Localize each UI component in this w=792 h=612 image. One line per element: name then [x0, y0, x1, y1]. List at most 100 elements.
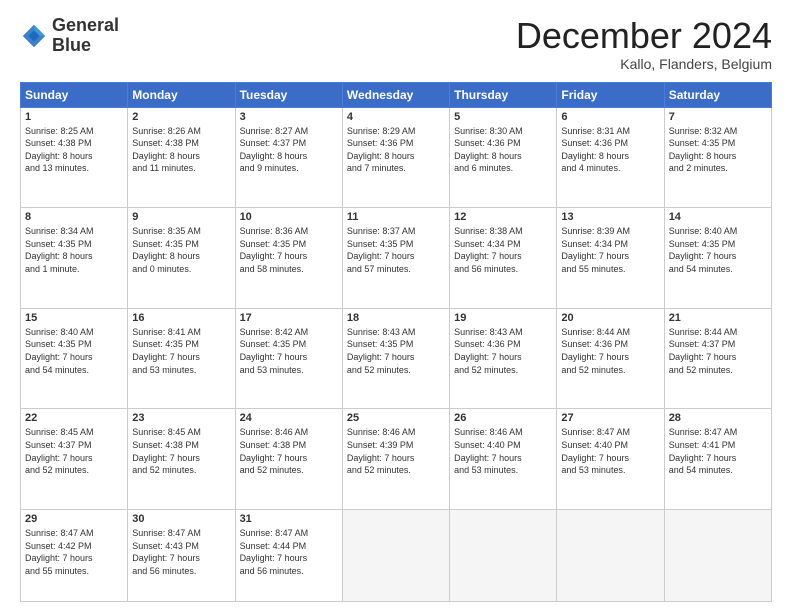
day-cell — [557, 509, 664, 601]
logo-line2: Blue — [52, 36, 119, 56]
calendar-header-row: SundayMondayTuesdayWednesdayThursdayFrid… — [21, 82, 772, 107]
day-cell: 20 Sunrise: 8:44 AM Sunset: 4:36 PM Dayli… — [557, 308, 664, 409]
day-info: Sunrise: 8:42 AM Sunset: 4:35 PM Dayligh… — [240, 326, 338, 376]
day-info: Sunrise: 8:47 AM Sunset: 4:44 PM Dayligh… — [240, 527, 338, 577]
day-number: 26 — [454, 412, 552, 424]
day-info: Sunrise: 8:46 AM Sunset: 4:39 PM Dayligh… — [347, 426, 445, 476]
day-cell: 16Sunrise: 8:41 AM Sunset: 4:35 PM Dayli… — [128, 308, 235, 409]
day-info: Sunrise: 8:31 AM Sunset: 4:36 PM Dayligh… — [561, 125, 659, 175]
day-cell: 31 Sunrise: 8:47 AM Sunset: 4:44 PM Dayli… — [235, 509, 342, 601]
day-cell: 26 Sunrise: 8:46 AM Sunset: 4:40 PM Dayli… — [450, 409, 557, 510]
day-info: Sunrise: 8:25 AM Sunset: 4:38 PM Dayligh… — [25, 125, 123, 175]
day-number: 24 — [240, 412, 338, 424]
week-row-4: 22 Sunrise: 8:45 AM Sunset: 4:37 PM Dayli… — [21, 409, 772, 510]
day-cell: 14Sunrise: 8:40 AM Sunset: 4:35 PM Dayli… — [664, 208, 771, 309]
day-cell: 8 Sunrise: 8:34 AM Sunset: 4:35 PM Daylig… — [21, 208, 128, 309]
week-row-5: 29Sunrise: 8:47 AM Sunset: 4:42 PM Dayli… — [21, 509, 772, 601]
subtitle: Kallo, Flanders, Belgium — [516, 56, 772, 72]
day-number: 8 — [25, 211, 123, 223]
day-number: 22 — [25, 412, 123, 424]
day-cell: 21Sunrise: 8:44 AM Sunset: 4:37 PM Dayli… — [664, 308, 771, 409]
day-number: 27 — [561, 412, 659, 424]
day-number: 11 — [347, 211, 445, 223]
col-header-monday: Monday — [128, 82, 235, 107]
calendar: SundayMondayTuesdayWednesdayThursdayFrid… — [20, 82, 772, 602]
day-info: Sunrise: 8:38 AM Sunset: 4:34 PM Dayligh… — [454, 225, 552, 275]
day-number: 25 — [347, 412, 445, 424]
day-info: Sunrise: 8:44 AM Sunset: 4:36 PM Dayligh… — [561, 326, 659, 376]
day-info: Sunrise: 8:47 AM Sunset: 4:43 PM Dayligh… — [132, 527, 230, 577]
day-info: Sunrise: 8:34 AM Sunset: 4:35 PM Dayligh… — [25, 225, 123, 275]
day-number: 14 — [669, 211, 767, 223]
day-cell: 4 Sunrise: 8:29 AM Sunset: 4:36 PM Daylig… — [342, 107, 449, 208]
day-cell: 18Sunrise: 8:43 AM Sunset: 4:35 PM Dayli… — [342, 308, 449, 409]
day-info: Sunrise: 8:45 AM Sunset: 4:38 PM Dayligh… — [132, 426, 230, 476]
logo-line1: General — [52, 16, 119, 36]
logo: General Blue — [20, 16, 119, 56]
day-info: Sunrise: 8:27 AM Sunset: 4:37 PM Dayligh… — [240, 125, 338, 175]
day-cell: 22 Sunrise: 8:45 AM Sunset: 4:37 PM Dayli… — [21, 409, 128, 510]
day-info: Sunrise: 8:41 AM Sunset: 4:35 PM Dayligh… — [132, 326, 230, 376]
day-info: Sunrise: 8:43 AM Sunset: 4:36 PM Dayligh… — [454, 326, 552, 376]
day-number: 6 — [561, 111, 659, 123]
day-info: Sunrise: 8:47 AM Sunset: 4:41 PM Dayligh… — [669, 426, 767, 476]
day-info: Sunrise: 8:29 AM Sunset: 4:36 PM Dayligh… — [347, 125, 445, 175]
day-info: Sunrise: 8:47 AM Sunset: 4:40 PM Dayligh… — [561, 426, 659, 476]
day-number: 5 — [454, 111, 552, 123]
day-info: Sunrise: 8:47 AM Sunset: 4:42 PM Dayligh… — [25, 527, 123, 577]
day-number: 31 — [240, 513, 338, 525]
day-cell — [664, 509, 771, 601]
logo-icon — [20, 22, 48, 50]
day-cell: 19 Sunrise: 8:43 AM Sunset: 4:36 PM Dayli… — [450, 308, 557, 409]
day-cell: 2Sunrise: 8:26 AM Sunset: 4:38 PM Daylig… — [128, 107, 235, 208]
day-cell: 12 Sunrise: 8:38 AM Sunset: 4:34 PM Dayli… — [450, 208, 557, 309]
day-number: 18 — [347, 312, 445, 324]
calendar-table: SundayMondayTuesdayWednesdayThursdayFrid… — [20, 82, 772, 602]
day-number: 30 — [132, 513, 230, 525]
day-cell: 29Sunrise: 8:47 AM Sunset: 4:42 PM Dayli… — [21, 509, 128, 601]
day-number: 17 — [240, 312, 338, 324]
day-cell: 10 Sunrise: 8:36 AM Sunset: 4:35 PM Dayli… — [235, 208, 342, 309]
day-cell: 24Sunrise: 8:46 AM Sunset: 4:38 PM Dayli… — [235, 409, 342, 510]
day-cell: 25 Sunrise: 8:46 AM Sunset: 4:39 PM Dayli… — [342, 409, 449, 510]
day-info: Sunrise: 8:40 AM Sunset: 4:35 PM Dayligh… — [25, 326, 123, 376]
day-info: Sunrise: 8:36 AM Sunset: 4:35 PM Dayligh… — [240, 225, 338, 275]
day-info: Sunrise: 8:46 AM Sunset: 4:40 PM Dayligh… — [454, 426, 552, 476]
day-info: Sunrise: 8:45 AM Sunset: 4:37 PM Dayligh… — [25, 426, 123, 476]
day-number: 12 — [454, 211, 552, 223]
day-number: 13 — [561, 211, 659, 223]
day-cell: 17 Sunrise: 8:42 AM Sunset: 4:35 PM Dayli… — [235, 308, 342, 409]
day-cell: 6 Sunrise: 8:31 AM Sunset: 4:36 PM Daylig… — [557, 107, 664, 208]
day-number: 10 — [240, 211, 338, 223]
day-cell: 3 Sunrise: 8:27 AM Sunset: 4:37 PM Daylig… — [235, 107, 342, 208]
day-cell: 7Sunrise: 8:32 AM Sunset: 4:35 PM Daylig… — [664, 107, 771, 208]
day-cell: 5Sunrise: 8:30 AM Sunset: 4:36 PM Daylig… — [450, 107, 557, 208]
day-info: Sunrise: 8:35 AM Sunset: 4:35 PM Dayligh… — [132, 225, 230, 275]
day-number: 19 — [454, 312, 552, 324]
header: General Blue December 2024 Kallo, Flande… — [20, 16, 772, 72]
logo-text: General Blue — [52, 16, 119, 56]
day-info: Sunrise: 8:32 AM Sunset: 4:35 PM Dayligh… — [669, 125, 767, 175]
day-number: 28 — [669, 412, 767, 424]
day-cell: 13 Sunrise: 8:39 AM Sunset: 4:34 PM Dayli… — [557, 208, 664, 309]
day-number: 9 — [132, 211, 230, 223]
col-header-sunday: Sunday — [21, 82, 128, 107]
page: General Blue December 2024 Kallo, Flande… — [0, 0, 792, 612]
day-cell: 30 Sunrise: 8:47 AM Sunset: 4:43 PM Dayli… — [128, 509, 235, 601]
day-number: 15 — [25, 312, 123, 324]
day-cell: 15 Sunrise: 8:40 AM Sunset: 4:35 PM Dayli… — [21, 308, 128, 409]
col-header-friday: Friday — [557, 82, 664, 107]
month-title: December 2024 — [516, 16, 772, 56]
day-number: 23 — [132, 412, 230, 424]
col-header-saturday: Saturday — [664, 82, 771, 107]
day-info: Sunrise: 8:39 AM Sunset: 4:34 PM Dayligh… — [561, 225, 659, 275]
day-number: 2 — [132, 111, 230, 123]
day-number: 3 — [240, 111, 338, 123]
col-header-tuesday: Tuesday — [235, 82, 342, 107]
day-number: 4 — [347, 111, 445, 123]
col-header-thursday: Thursday — [450, 82, 557, 107]
day-cell: 1Sunrise: 8:25 AM Sunset: 4:38 PM Daylig… — [21, 107, 128, 208]
day-cell — [450, 509, 557, 601]
day-number: 20 — [561, 312, 659, 324]
day-cell: 27 Sunrise: 8:47 AM Sunset: 4:40 PM Dayli… — [557, 409, 664, 510]
